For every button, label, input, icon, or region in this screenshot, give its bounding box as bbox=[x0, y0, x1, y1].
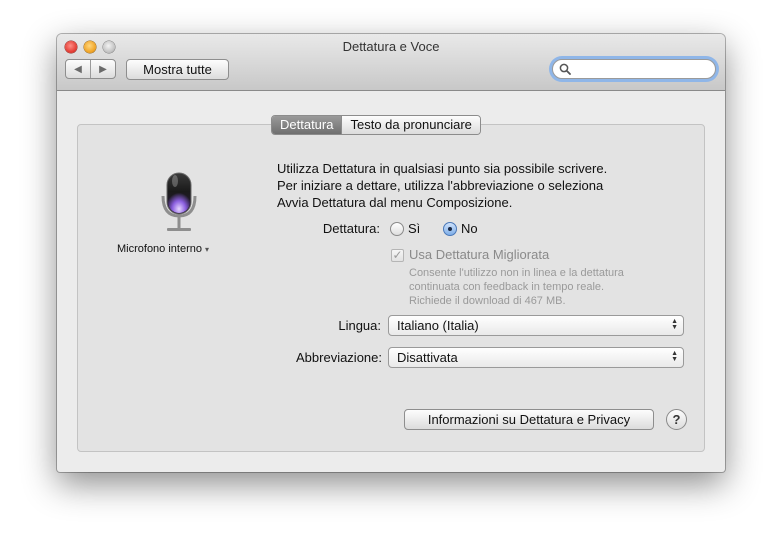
description-text: Utilizza Dettatura in qualsiasi punto si… bbox=[277, 160, 657, 211]
back-arrow-icon[interactable]: ◀ bbox=[66, 60, 91, 78]
window-title: Dettatura e Voce bbox=[342, 39, 440, 54]
back-forward-control: ◀ ▶ bbox=[65, 59, 116, 79]
preferences-window: Dettatura e Voce ◀ ▶ Mostra tutte Dettat… bbox=[57, 34, 725, 472]
enhanced-dictation-label[interactable]: Usa Dettatura Migliorata bbox=[409, 247, 549, 262]
tab-dettatura[interactable]: Dettatura bbox=[272, 116, 342, 134]
shortcut-value: Disattivata bbox=[397, 350, 458, 365]
dictation-label: Dettatura: bbox=[322, 221, 380, 236]
description-line: Utilizza Dettatura in qualsiasi punto si… bbox=[277, 161, 608, 176]
search-input[interactable] bbox=[573, 61, 709, 77]
dictation-no-label[interactable]: No bbox=[461, 221, 478, 236]
tab-testo-da-pronunciare[interactable]: Testo da pronunciare bbox=[341, 116, 480, 134]
language-label: Lingua: bbox=[338, 318, 381, 333]
title-bar: Dettatura e Voce ◀ ▶ Mostra tutte bbox=[57, 34, 725, 91]
show-all-button[interactable]: Mostra tutte bbox=[126, 59, 229, 80]
help-button[interactable]: ? bbox=[666, 409, 687, 430]
description-line: Per iniziare a dettare, utilizza l'abbre… bbox=[277, 178, 604, 193]
forward-arrow-icon[interactable]: ▶ bbox=[91, 60, 115, 78]
popup-arrows-icon: ▲ ▼ bbox=[671, 350, 678, 363]
microphone-label: Microfono interno bbox=[117, 243, 202, 255]
dictation-yes-radio[interactable] bbox=[390, 222, 404, 236]
microphone-selector[interactable]: Microfono interno ▾ bbox=[117, 243, 242, 255]
tab-bar: Dettatura Testo da pronunciare bbox=[271, 115, 481, 135]
privacy-info-button[interactable]: Informazioni su Dettatura e Privacy bbox=[404, 409, 654, 430]
shortcut-label: Abbreviazione: bbox=[296, 350, 382, 365]
search-field[interactable] bbox=[552, 59, 716, 79]
language-value: Italiano (Italia) bbox=[397, 318, 479, 333]
note-line: Richiede il download di 467 MB. bbox=[409, 295, 566, 307]
description-line: Avvia Dettatura dal menu Composizione. bbox=[277, 195, 513, 210]
search-icon bbox=[559, 63, 571, 75]
enhanced-dictation-note: Consente l'utilizzo non in linea e la de… bbox=[409, 266, 624, 308]
note-line: continuata con feedback in tempo reale. bbox=[409, 281, 605, 293]
enhanced-dictation-checkbox[interactable]: ✓ bbox=[391, 249, 404, 262]
dictation-no-radio[interactable] bbox=[443, 222, 457, 236]
microphone-icon bbox=[161, 172, 197, 231]
shortcut-popup[interactable]: Disattivata ▲ ▼ bbox=[388, 347, 684, 368]
popup-arrows-icon: ▲ ▼ bbox=[671, 318, 678, 331]
note-line: Consente l'utilizzo non in linea e la de… bbox=[409, 267, 624, 279]
dictation-yes-label[interactable]: Sì bbox=[408, 221, 420, 236]
language-popup[interactable]: Italiano (Italia) ▲ ▼ bbox=[388, 315, 684, 336]
dropdown-triangle-icon: ▾ bbox=[205, 245, 210, 254]
